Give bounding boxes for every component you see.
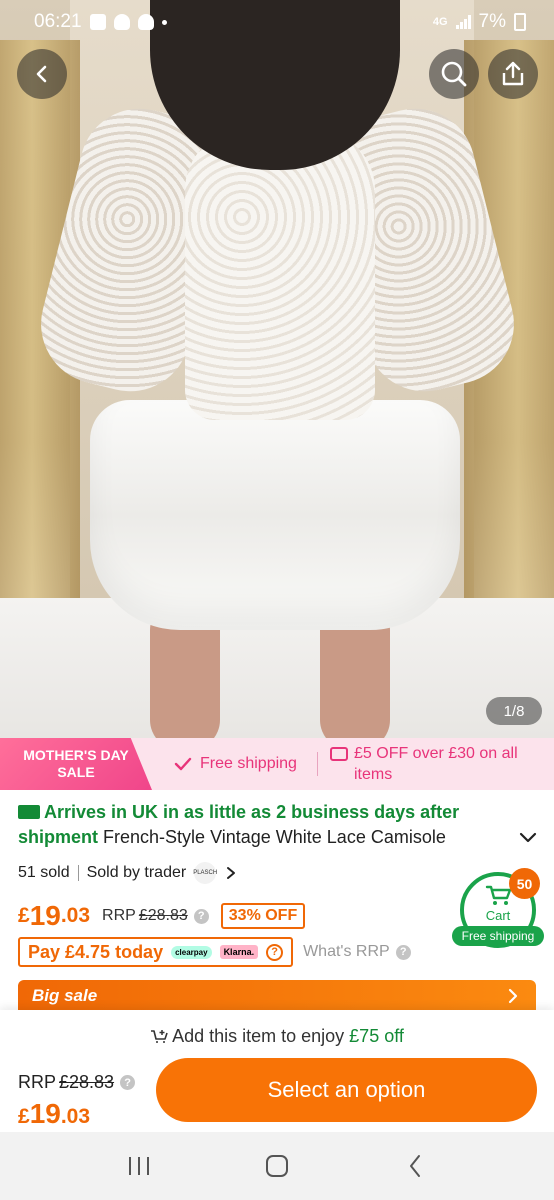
coupon-icon xyxy=(330,747,348,761)
bottom-rrp: RRP £28.83 ? xyxy=(18,1072,136,1093)
bottom-rrp-label: RRP xyxy=(18,1072,57,1092)
notification-dot-icon xyxy=(161,19,167,25)
lace-bodice xyxy=(185,130,375,420)
cart-free-shipping: Free shipping xyxy=(452,926,544,946)
badge-line-1: MOTHER'S DAY xyxy=(23,747,129,763)
add-item-offer: Add this item to enjoy £75 off xyxy=(0,1026,554,1047)
bottom-price: £19.03 xyxy=(18,1098,90,1130)
status-bar: 06:21 4G 7% xyxy=(0,0,554,44)
snapchat-icon xyxy=(137,14,154,30)
divider xyxy=(77,865,79,881)
sold-row[interactable]: 51 sold Sold by trader PLASCH xyxy=(18,862,238,884)
battery-percent: 7% xyxy=(478,11,506,32)
chevron-right-icon xyxy=(508,988,518,1004)
search-button[interactable] xyxy=(429,49,479,99)
chevron-right-icon xyxy=(227,867,236,879)
bottom-rrp-value: £28.83 xyxy=(59,1072,115,1092)
share-icon xyxy=(502,61,524,86)
snapchat-icon xyxy=(113,14,130,30)
home-icon xyxy=(266,1155,288,1177)
product-image[interactable] xyxy=(0,0,554,738)
free-shipping-label: Free shipping xyxy=(200,755,297,772)
add-item-text: Add this item to enjoy xyxy=(172,1026,350,1046)
whats-rrp-link[interactable]: What's RRP ? xyxy=(303,943,411,961)
system-nav-bar xyxy=(0,1132,554,1200)
truck-icon xyxy=(18,805,40,819)
big-sale-label: Big sale xyxy=(32,986,98,1005)
pay-row[interactable]: Pay £4.75 today clearpay Klarna. ? What'… xyxy=(18,937,411,967)
price-row: £ 19 .03 RRP £28.83 ? 33% OFF xyxy=(18,900,306,932)
pay-today-text: Pay £4.75 today xyxy=(28,941,164,962)
cart-button[interactable]: 50 Cart Free shipping xyxy=(452,868,544,952)
whats-rrp-label: What's RRP xyxy=(303,943,390,960)
ruffle-skirt xyxy=(90,400,460,630)
chevron-left-icon xyxy=(36,65,47,83)
cart-count-badge: 50 xyxy=(509,868,540,899)
home-button[interactable] xyxy=(257,1146,297,1186)
cart-label: Cart xyxy=(485,908,511,923)
pay-later-box[interactable]: Pay £4.75 today clearpay Klarna. ? xyxy=(18,937,294,967)
badge-line-2: SALE xyxy=(57,764,95,780)
delivery-and-title[interactable]: Arrives in UK in as little as 2 business… xyxy=(18,800,518,850)
gallery-icon xyxy=(89,14,106,30)
seller-label: Sold by trader xyxy=(86,864,187,881)
sold-count: 51 sold xyxy=(18,864,70,881)
bottom-action-bar: Add this item to enjoy £75 off RRP £28.8… xyxy=(0,1010,554,1132)
back-icon xyxy=(410,1155,420,1177)
signal-icon xyxy=(455,15,471,29)
help-icon[interactable]: ? xyxy=(266,943,284,961)
klarna-logo: Klarna. xyxy=(219,945,259,959)
coupon-promo: £5 OFF over £30 on all items xyxy=(318,743,534,785)
promo-strip[interactable]: MOTHER'S DAY SALE Free shipping £5 OFF o… xyxy=(0,738,554,790)
product-title: French-Style Vintage White Lace Camisole xyxy=(103,827,446,847)
help-icon: ? xyxy=(395,944,411,960)
big-sale-banner[interactable]: Big sale xyxy=(18,980,536,1012)
cart-plus-icon xyxy=(151,1030,168,1043)
share-button[interactable] xyxy=(488,49,538,99)
image-counter: 1/8 xyxy=(486,697,542,725)
battery-icon xyxy=(514,13,526,31)
clearpay-logo: clearpay xyxy=(171,945,212,959)
search-icon xyxy=(441,61,467,87)
bottom-price-currency: £ xyxy=(18,1105,30,1128)
network-type: 4G xyxy=(432,16,448,28)
coupon-text: £5 OFF over £30 on all items xyxy=(354,745,518,783)
bottom-price-decimal: .03 xyxy=(60,1105,91,1128)
back-button[interactable] xyxy=(17,49,67,99)
help-icon[interactable]: ? xyxy=(193,908,209,924)
seller-logo: PLASCH xyxy=(193,862,217,884)
bottom-price-integer: 19 xyxy=(29,1098,61,1129)
recents-button[interactable] xyxy=(119,1146,159,1186)
discount-badge: 33% OFF xyxy=(220,903,306,929)
recents-icon xyxy=(129,1157,149,1175)
rrp-value: £28.83 xyxy=(138,907,188,924)
free-shipping-promo: Free shipping xyxy=(152,755,317,773)
check-icon xyxy=(174,757,192,771)
price-currency: £ xyxy=(18,904,30,927)
rrp-label: RRP xyxy=(102,907,136,924)
chevron-down-icon[interactable] xyxy=(516,828,540,848)
help-icon[interactable]: ? xyxy=(120,1075,136,1090)
select-option-button[interactable]: Select an option xyxy=(156,1058,537,1122)
price-decimal: .03 xyxy=(60,904,91,927)
add-item-amount: £75 off xyxy=(349,1026,404,1046)
mothers-day-sale-badge: MOTHER'S DAY SALE xyxy=(0,738,152,790)
back-nav-button[interactable] xyxy=(395,1146,435,1186)
status-time: 06:21 xyxy=(34,11,82,32)
price-integer: 19 xyxy=(29,900,61,931)
